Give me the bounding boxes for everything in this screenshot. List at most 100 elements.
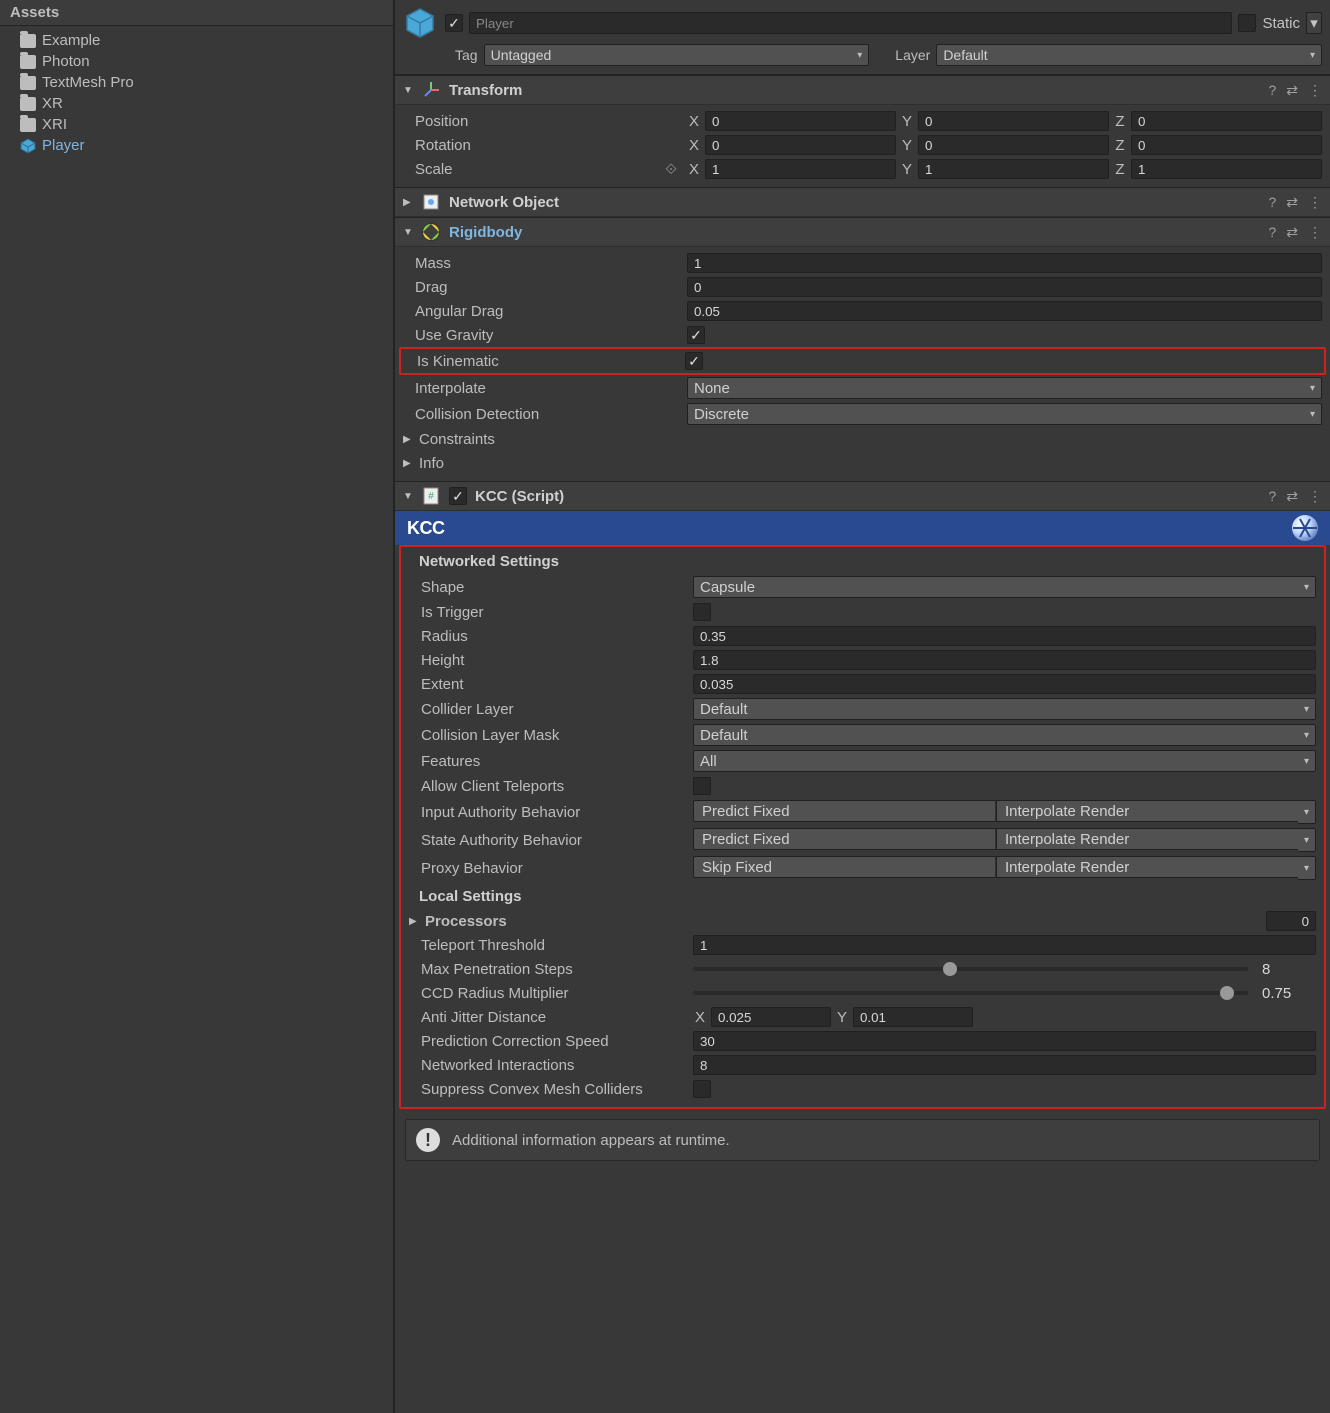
local-settings-section: Local Settings xyxy=(401,882,1324,909)
rigidbody-component-header[interactable]: ▼ Rigidbody ? ⇄ ⋮ xyxy=(395,217,1330,247)
static-checkbox[interactable] xyxy=(1238,14,1256,32)
processors-count[interactable] xyxy=(1266,911,1316,931)
script-icon: # xyxy=(421,486,441,506)
gameobject-enabled-checkbox[interactable] xyxy=(445,14,463,32)
constraints-foldout[interactable]: ▶Constraints xyxy=(395,427,1330,451)
ccdmul-label: CCD Radius Multiplier xyxy=(419,985,689,1002)
ccdmul-slider[interactable] xyxy=(693,991,1248,995)
position-x-input[interactable] xyxy=(705,111,896,131)
extent-input[interactable] xyxy=(693,674,1316,694)
inputauthority-dropdown[interactable]: Predict FixedInterpolate Render xyxy=(693,800,1316,824)
inputauthority-label: Input Authority Behavior xyxy=(419,804,689,821)
drag-input[interactable] xyxy=(687,277,1322,297)
menu-icon[interactable]: ⋮ xyxy=(1308,488,1322,505)
angdrag-input[interactable] xyxy=(687,301,1322,321)
kcc-title: KCC (Script) xyxy=(475,488,1260,505)
teleportthreshold-input[interactable] xyxy=(693,935,1316,955)
asset-folder-photon[interactable]: Photon xyxy=(6,51,393,72)
netint-input[interactable] xyxy=(693,1055,1316,1075)
link-icon[interactable]: ⟐ xyxy=(665,161,677,178)
rigidbody-body: Mass Drag Angular Drag Use Gravity Is Ki… xyxy=(395,247,1330,481)
transform-component-header[interactable]: ▼ Transform ? ⇄ ⋮ xyxy=(395,75,1330,105)
stateauthority-label: State Authority Behavior xyxy=(419,832,689,849)
maxpen-value: 8 xyxy=(1256,961,1316,978)
help-icon[interactable]: ? xyxy=(1268,194,1276,210)
iskinematic-checkbox[interactable] xyxy=(685,352,703,370)
scale-z-input[interactable] xyxy=(1131,159,1322,179)
networkobject-component-header[interactable]: ▶ Network Object ? ⇄ ⋮ xyxy=(395,187,1330,217)
folder-icon xyxy=(20,55,36,69)
assets-panel: Assets Example Photon TextMesh Pro XR XR… xyxy=(0,0,393,1413)
rotation-x-input[interactable] xyxy=(705,135,896,155)
antijitter-x-input[interactable] xyxy=(711,1007,831,1027)
menu-icon[interactable]: ⋮ xyxy=(1308,224,1322,241)
scale-x-input[interactable] xyxy=(705,159,896,179)
asset-folder-xri[interactable]: XRI xyxy=(6,114,393,135)
asset-folder-textmeshpro[interactable]: TextMesh Pro xyxy=(6,72,393,93)
kcc-enabled-checkbox[interactable] xyxy=(449,487,467,505)
rigidbody-icon xyxy=(421,222,441,242)
menu-icon[interactable]: ⋮ xyxy=(1308,82,1322,99)
stateauthority-dropdown[interactable]: Predict FixedInterpolate Render xyxy=(693,828,1316,852)
scale-label: Scale⟐ xyxy=(413,161,683,178)
rotation-label: Rotation xyxy=(413,137,683,154)
layer-dropdown[interactable]: Default xyxy=(936,44,1322,66)
iskinematic-label: Is Kinematic xyxy=(415,353,681,370)
colliderlayer-dropdown[interactable]: Default xyxy=(693,698,1316,720)
maxpen-label: Max Penetration Steps xyxy=(419,961,689,978)
interpolate-dropdown[interactable]: None xyxy=(687,377,1322,399)
shape-label: Shape xyxy=(419,579,689,596)
collisionlayermask-dropdown[interactable]: Default xyxy=(693,724,1316,746)
proxybehavior-dropdown[interactable]: Skip FixedInterpolate Render xyxy=(693,856,1316,880)
processors-foldout[interactable]: ▶Processors xyxy=(401,909,1324,933)
usegravity-label: Use Gravity xyxy=(413,327,683,344)
radius-input[interactable] xyxy=(693,626,1316,646)
asset-folder-example[interactable]: Example xyxy=(6,30,393,51)
scale-y-input[interactable] xyxy=(918,159,1109,179)
preset-icon[interactable]: ⇄ xyxy=(1286,488,1298,505)
position-y-input[interactable] xyxy=(918,111,1109,131)
features-dropdown[interactable]: All xyxy=(693,750,1316,772)
help-icon[interactable]: ? xyxy=(1268,488,1276,504)
info-foldout[interactable]: ▶Info xyxy=(395,451,1330,475)
rotation-y-input[interactable] xyxy=(918,135,1109,155)
height-input[interactable] xyxy=(693,650,1316,670)
usegravity-checkbox[interactable] xyxy=(687,326,705,344)
help-icon[interactable]: ? xyxy=(1268,82,1276,98)
folder-icon xyxy=(20,34,36,48)
preset-icon[interactable]: ⇄ xyxy=(1286,224,1298,241)
rotation-z-input[interactable] xyxy=(1131,135,1322,155)
tag-layer-row: Tag Untagged Layer Default xyxy=(395,40,1330,75)
asset-folder-xr[interactable]: XR xyxy=(6,93,393,114)
istrigger-checkbox[interactable] xyxy=(693,603,711,621)
foldout-icon: ▼ xyxy=(403,491,413,502)
allowclientteleports-label: Allow Client Teleports xyxy=(419,778,689,795)
svg-text:#: # xyxy=(428,491,434,502)
maxpen-slider[interactable] xyxy=(693,967,1248,971)
tag-label: Tag xyxy=(455,47,478,63)
predcorr-label: Prediction Correction Speed xyxy=(419,1033,689,1050)
tag-dropdown[interactable]: Untagged xyxy=(484,44,870,66)
static-dropdown[interactable]: ▾ xyxy=(1306,12,1322,34)
shape-dropdown[interactable]: Capsule xyxy=(693,576,1316,598)
help-icon[interactable]: ? xyxy=(1268,224,1276,240)
antijitter-y-input[interactable] xyxy=(853,1007,973,1027)
mass-input[interactable] xyxy=(687,253,1322,273)
preset-icon[interactable]: ⇄ xyxy=(1286,82,1298,99)
menu-icon[interactable]: ⋮ xyxy=(1308,194,1322,211)
position-z-input[interactable] xyxy=(1131,111,1322,131)
predcorr-input[interactable] xyxy=(693,1031,1316,1051)
allowclientteleports-checkbox[interactable] xyxy=(693,777,711,795)
istrigger-label: Is Trigger xyxy=(419,604,689,621)
colliderlayer-label: Collider Layer xyxy=(419,701,689,718)
collisiondetection-dropdown[interactable]: Discrete xyxy=(687,403,1322,425)
foldout-icon: ▼ xyxy=(403,227,413,238)
kcc-component-header[interactable]: ▼ # KCC (Script) ? ⇄ ⋮ xyxy=(395,481,1330,511)
preset-icon[interactable]: ⇄ xyxy=(1286,194,1298,211)
teleportthreshold-label: Teleport Threshold xyxy=(419,937,689,954)
antijitter-label: Anti Jitter Distance xyxy=(419,1009,689,1026)
asset-prefab-player[interactable]: Player xyxy=(6,135,393,156)
networkobject-icon xyxy=(421,192,441,212)
suppressconv-checkbox[interactable] xyxy=(693,1080,711,1098)
gameobject-name-input[interactable] xyxy=(469,12,1232,34)
